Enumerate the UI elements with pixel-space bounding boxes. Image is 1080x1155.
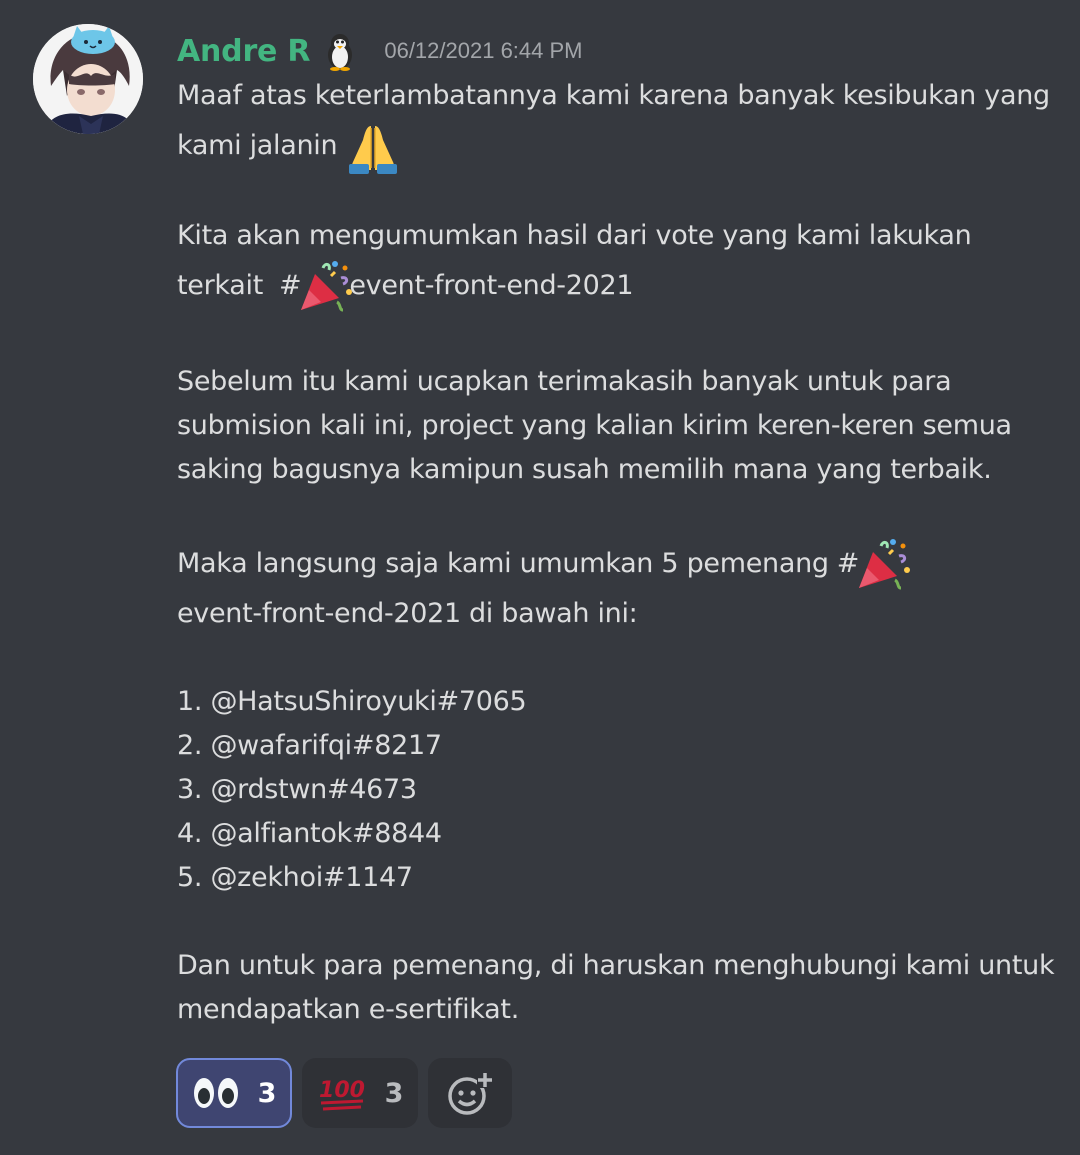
reactions-bar: 3 100 3 — [176, 1058, 512, 1128]
message-text: di bawah ini: — [468, 598, 638, 629]
message-timestamp[interactable]: 06/12/2021 6:44 PM — [384, 38, 582, 64]
list-item[interactable]: 4. @alfiantok#8844 — [177, 812, 1057, 856]
pray-emoji-icon[interactable] — [343, 118, 403, 174]
channel-name: event-front-end-2021 — [177, 598, 461, 629]
party-popper-emoji-icon — [855, 536, 913, 592]
message-text: terkait — [177, 270, 263, 301]
message-line: Sebelum itu kami ucapkan terimakasih ban… — [177, 360, 1057, 404]
add-reaction-button[interactable] — [428, 1058, 512, 1128]
message-text: submision kali ini, project yang kalian … — [177, 410, 1012, 441]
channel-name: event-front-end-2021 — [349, 270, 634, 301]
reaction-eyes-button[interactable]: 3 — [176, 1058, 292, 1128]
message-line: terkait # event-front-end-2021 — [177, 258, 1057, 314]
eyes-emoji-icon — [192, 1073, 240, 1113]
list-item[interactable]: 2. @wafarifqi#8217 — [177, 724, 1057, 768]
message-text: Maka langsung saja kami umumkan 5 pemena… — [177, 548, 829, 579]
message-text: Sebelum itu kami ucapkan terimakasih ban… — [177, 366, 952, 397]
list-item[interactable]: 1. @HatsuShiroyuki#7065 — [177, 680, 1057, 724]
message-text: Dan untuk para pemenang, di haruskan men… — [177, 950, 1055, 981]
message-line: saking bagusnya kamipun susah memilih ma… — [177, 448, 1057, 492]
message-text: saking bagusnya kamipun susah memilih ma… — [177, 454, 992, 485]
winners-list: 1. @HatsuShiroyuki#7065 2. @wafarifqi#82… — [177, 680, 1057, 900]
message-text: mendapatkan e-sertifikat. — [177, 994, 519, 1025]
message-line: submision kali ini, project yang kalian … — [177, 404, 1057, 448]
message-text: kami jalanin — [177, 130, 338, 161]
hundred-emoji-icon: 100 — [317, 1073, 367, 1113]
message-line: Maaf atas keterlambatannya kami karena b… — [177, 74, 1057, 118]
list-item[interactable]: 5. @zekhoi#1147 — [177, 856, 1057, 900]
party-popper-emoji-icon — [297, 258, 355, 314]
message-header: Andre R 06/12/2021 6:44 PM — [177, 28, 583, 74]
reaction-count: 3 — [384, 1077, 404, 1109]
channel-mention-link[interactable]: # event-front-end-2021 — [279, 258, 634, 314]
message-line: mendapatkan e-sertifikat. — [177, 988, 1057, 1032]
message-line: kami jalanin — [177, 118, 1057, 174]
anime-avatar-icon — [33, 24, 143, 134]
author-name[interactable]: Andre R — [177, 34, 311, 69]
channel-mention-link[interactable]: event-front-end-2021 — [177, 592, 461, 636]
reaction-count: 3 — [257, 1077, 277, 1109]
message-content: Maaf atas keterlambatannya kami karena b… — [177, 74, 1057, 1032]
message-text: Maaf atas keterlambatannya kami karena b… — [177, 80, 1050, 111]
message-text: Kita akan mengumumkan hasil dari vote ya… — [177, 220, 972, 251]
list-item[interactable]: 3. @rdstwn#4673 — [177, 768, 1057, 812]
message-line: Maka langsung saja kami umumkan 5 pemena… — [177, 536, 1057, 592]
svg-text:100: 100 — [319, 1078, 365, 1103]
message-line: event-front-end-2021 di bawah ini: — [177, 592, 1057, 636]
add-reaction-icon — [447, 1070, 493, 1116]
reaction-hundred-button[interactable]: 100 3 — [302, 1058, 418, 1128]
penguin-icon — [324, 31, 356, 71]
user-avatar[interactable] — [33, 24, 143, 134]
message-line: Dan untuk para pemenang, di haruskan men… — [177, 944, 1057, 988]
channel-mention-link[interactable]: # — [837, 536, 913, 592]
message-line: Kita akan mengumumkan hasil dari vote ya… — [177, 214, 1057, 258]
